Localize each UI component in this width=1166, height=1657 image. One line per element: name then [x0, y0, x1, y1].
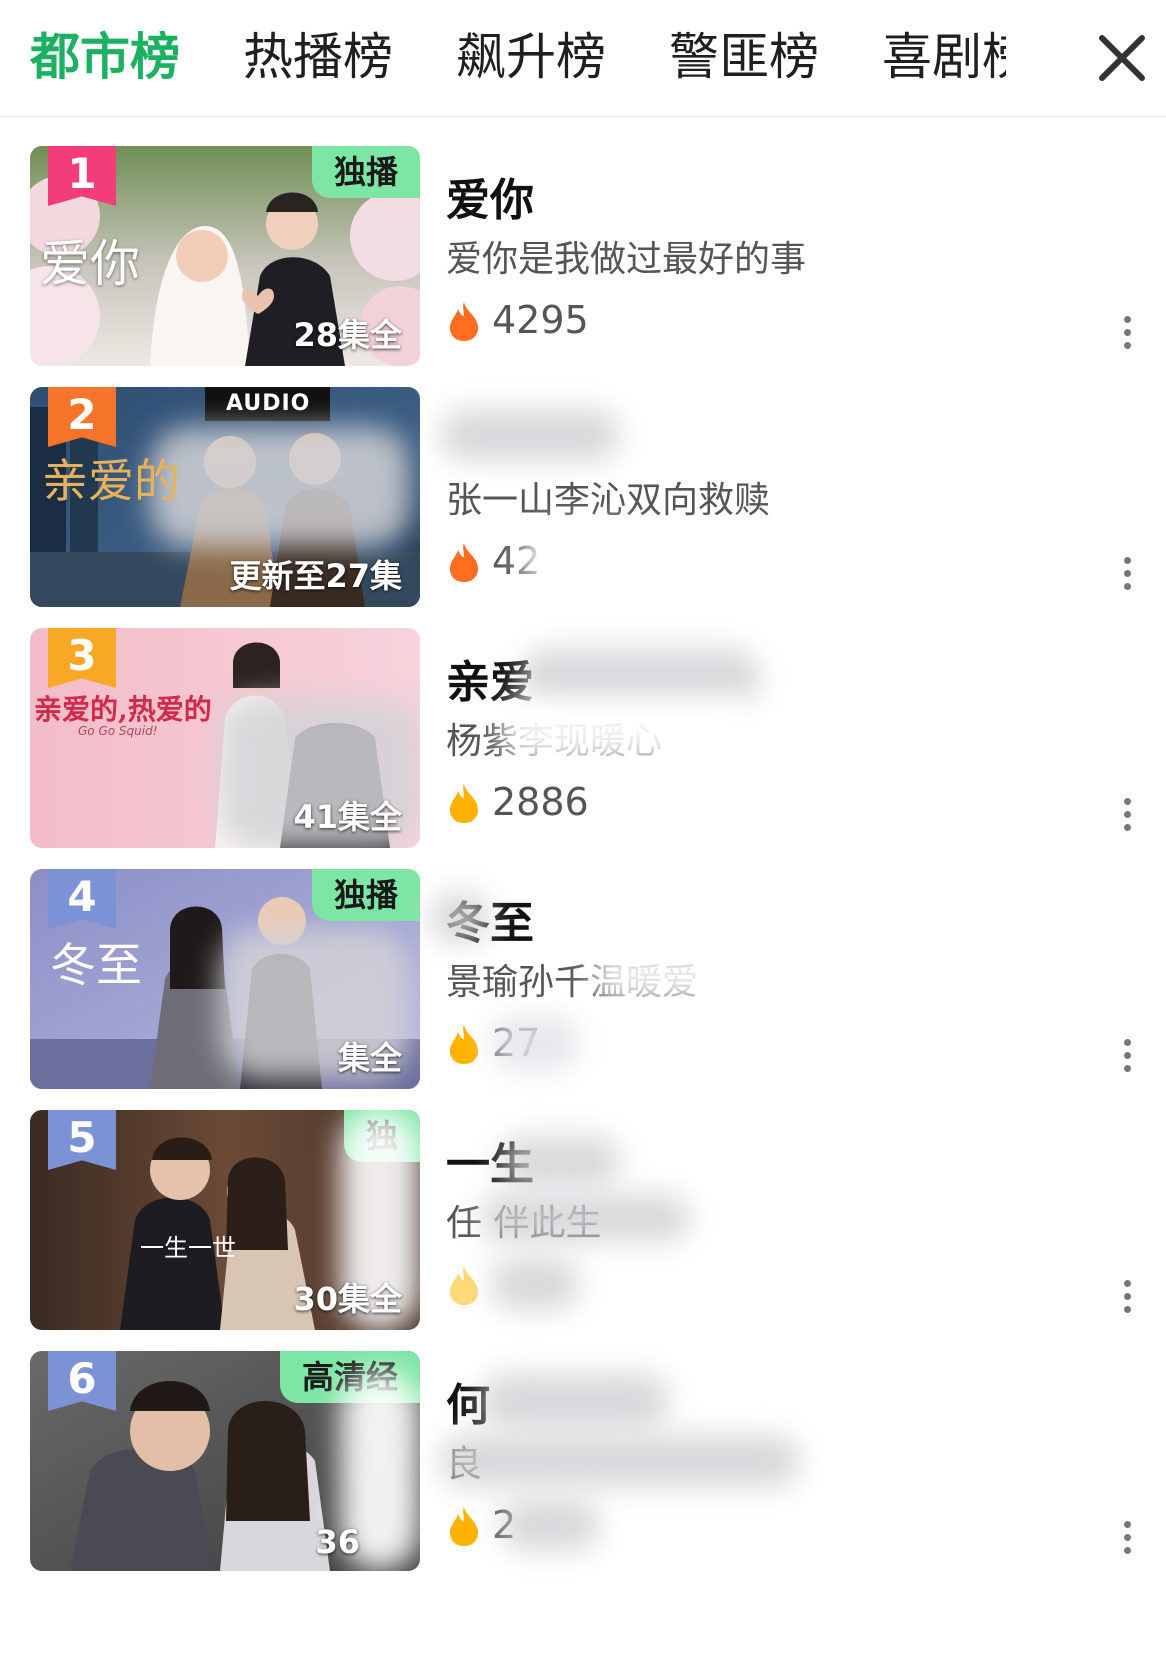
redaction-blur: [490, 1258, 580, 1310]
poster-title-text: 亲爱的: [42, 454, 180, 508]
poster-thumbnail[interactable]: 冬至 4 独播 集全: [30, 869, 420, 1089]
list-item[interactable]: 一生一世 5 独 30集全 一生 任 伴此生: [0, 1110, 1166, 1342]
redaction-blur: [430, 893, 490, 943]
flame-icon: [450, 784, 478, 823]
poster-title-text: 爱你: [40, 235, 140, 293]
show-description: 爱你是我做过最好的事: [446, 239, 807, 280]
redaction-blur: [480, 1373, 670, 1429]
more-vertical-icon[interactable]: [1118, 1280, 1136, 1322]
more-vertical-icon[interactable]: [1118, 316, 1136, 358]
more-vertical-icon[interactable]: [1118, 798, 1136, 840]
tab-comedy[interactable]: 喜剧榜: [882, 22, 1006, 92]
redaction-blur: [150, 427, 410, 547]
exclusive-tag: 独播: [311, 146, 420, 198]
poster-thumbnail[interactable]: 爱你 1 独播 28集全: [30, 146, 420, 366]
redaction-blur: [480, 1194, 690, 1242]
redaction-blur: [440, 1435, 800, 1487]
heat-value: 2886: [492, 780, 589, 824]
episode-count: 41集全: [293, 798, 402, 836]
episode-count: 更新至27集: [229, 557, 402, 595]
show-title[interactable]: 爱你: [446, 164, 534, 228]
episode-count: 28集全: [293, 316, 402, 354]
category-tab-bar: 都市榜 热播榜 飙升榜 警匪榜 喜剧榜: [0, 0, 1166, 117]
more-vertical-icon[interactable]: [1118, 557, 1136, 599]
tab-urban[interactable]: 都市榜: [30, 22, 180, 92]
poster-title-text: 冬至: [50, 938, 142, 992]
list-item[interactable]: 冬至 4 独播 集全 冬至 景瑜孙千温暖爱 27: [0, 869, 1166, 1101]
tab-rising[interactable]: 飙升榜: [456, 22, 606, 92]
list-item[interactable]: 亲爱的,热爱的 Go Go Squid! 3 41集全 亲爱 杨紫李现暖心 28…: [0, 628, 1166, 860]
flame-icon: [450, 1025, 478, 1064]
redaction-blur: [500, 1136, 620, 1186]
redaction-blur: [490, 1015, 580, 1071]
close-icon[interactable]: [1090, 26, 1154, 90]
tab-fade-overlay: [1040, 0, 1090, 116]
redaction-blur: [440, 409, 620, 461]
redaction-blur: [500, 698, 760, 762]
more-vertical-icon[interactable]: [1118, 1521, 1136, 1563]
list-item[interactable]: 6 高清经 36 何 良 2: [0, 1351, 1166, 1583]
exclusive-tag: 独播: [311, 869, 420, 921]
poster-subtitle-text: Go Go Squid!: [78, 724, 158, 738]
poster-title-text: 一生一世: [140, 1234, 236, 1262]
flame-icon: [450, 1507, 478, 1546]
redaction-blur: [590, 949, 760, 1001]
episode-count: 36: [315, 1523, 360, 1561]
redaction-blur: [520, 527, 660, 587]
flame-icon: [450, 1266, 478, 1305]
episode-count: 30集全: [293, 1280, 402, 1318]
poster-thumbnail[interactable]: 亲爱的,热爱的 Go Go Squid! 3 41集全: [30, 628, 420, 848]
show-description: 张一山李沁双向救赎: [446, 480, 771, 521]
flame-icon: [450, 302, 478, 341]
poster-thumbnail[interactable]: AUDIO 亲爱的 2 更新至27集: [30, 387, 420, 607]
poster-title-text: 亲爱的,热爱的: [34, 693, 212, 726]
list-item[interactable]: AUDIO 亲爱的 2 更新至27集 张一山李沁双向救赎 42: [0, 387, 1166, 619]
audio-badge: AUDIO: [226, 391, 311, 416]
list-item[interactable]: 爱你 1 独播 28集全 爱你 爱你是我做过最好的事 4295: [0, 146, 1166, 378]
heat-value: 4295: [492, 298, 589, 342]
poster-thumbnail[interactable]: 6 高清经 36: [30, 1351, 420, 1571]
more-vertical-icon[interactable]: [1118, 1039, 1136, 1081]
redaction-blur: [500, 1499, 600, 1551]
flame-icon: [450, 543, 478, 582]
poster-thumbnail[interactable]: 一生一世 5 独 30集全: [30, 1110, 420, 1330]
episode-count: 集全: [337, 1039, 402, 1077]
tab-police[interactable]: 警匪榜: [669, 22, 819, 92]
tab-hot[interactable]: 热播榜: [243, 22, 393, 92]
